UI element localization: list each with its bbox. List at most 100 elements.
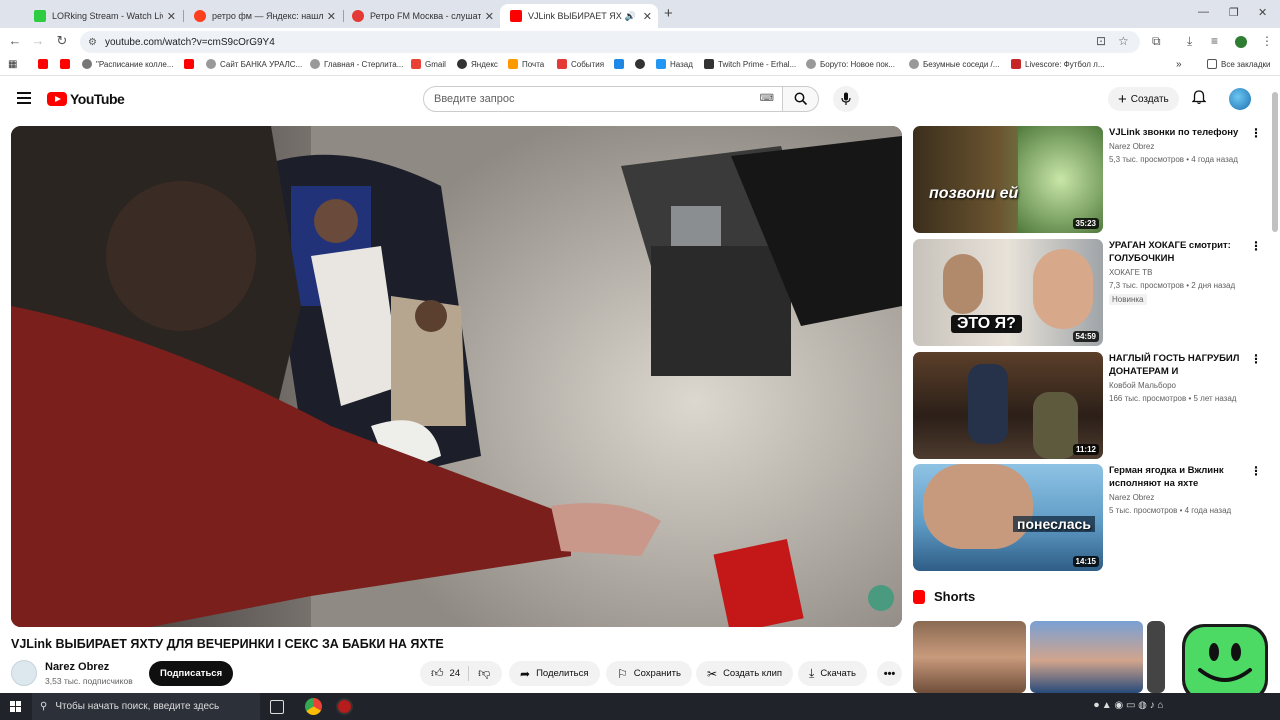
video-thumbnail[interactable]: понеслась 14:15: [913, 464, 1103, 571]
bookmark-item[interactable]: Безумные соседи /...: [909, 59, 999, 69]
browser-menu-icon[interactable]: ⋮: [1261, 34, 1273, 48]
restore-icon[interactable]: ❐: [1229, 6, 1239, 19]
new-tab-button[interactable]: +: [664, 5, 673, 22]
bookmark-item[interactable]: Livescore: Футбол л...: [1011, 59, 1105, 69]
recommendation-item[interactable]: позвони ей 35:23 VJLink звонки по телефо…: [913, 126, 1263, 233]
bookmark-item[interactable]: Почта: [508, 59, 544, 69]
system-tray-icons[interactable]: ⏺ ▲ ◉ ▭ ◍ ♪ ⌂: [1094, 700, 1164, 711]
search-button[interactable]: [783, 86, 819, 112]
bookmark-item[interactable]: Twitch Prime - Erhal...: [704, 59, 796, 69]
extensions-icon[interactable]: ⧉: [1152, 34, 1161, 49]
subscribe-button[interactable]: Подписаться: [149, 661, 234, 686]
bookmark-star-icon[interactable]: ☆: [1118, 34, 1129, 48]
recommendation-title[interactable]: УРАГАН ХОКАГЕ смотрит: ГОЛУБОЧКИН УНИЧТО…: [1109, 239, 1245, 266]
save-button[interactable]: ⚐ Сохранить: [606, 661, 692, 686]
close-tab-icon[interactable]: ✕: [327, 10, 336, 23]
recommendation-channel[interactable]: Narez Obrez: [1109, 142, 1154, 151]
bookmark-item[interactable]: [184, 59, 198, 69]
globe-icon: [82, 59, 92, 69]
more-vertical-icon[interactable]: ⋮: [1250, 464, 1262, 478]
site-info-icon[interactable]: ⚙: [88, 37, 97, 48]
browser-tab[interactable]: Ретро FM Москва - слушать о ✕: [342, 4, 500, 28]
apps-grid-icon[interactable]: ▦: [8, 59, 17, 70]
all-bookmarks-button[interactable]: Все закладки: [1207, 59, 1270, 69]
windows-start-icon[interactable]: [10, 701, 21, 712]
recommendation-item[interactable]: ЭТО Я? 54:59 УРАГАН ХОКАГЕ смотрит: ГОЛУ…: [913, 239, 1263, 346]
recommendation-channel[interactable]: Narez Obrez: [1109, 493, 1154, 502]
bookmark-item[interactable]: [635, 59, 649, 69]
install-app-icon[interactable]: ⊡: [1096, 34, 1106, 48]
bookmark-item[interactable]: События: [557, 59, 604, 69]
more-actions-button[interactable]: •••: [877, 661, 902, 686]
recommendation-channel[interactable]: Ковбой Мальборо: [1109, 381, 1176, 390]
channel-name[interactable]: Narez Obrez: [45, 661, 109, 673]
taskbar-search-input[interactable]: ⚲ Чтобы начать поиск, введите здесь: [32, 693, 260, 720]
bookmark-item[interactable]: [614, 59, 628, 69]
recommendation-item[interactable]: 11:12 НАГЛЫЙ ГОСТЬ НАГРУБИЛ ДОНАТЕРАМ И …: [913, 352, 1263, 459]
minimize-icon[interactable]: —: [1198, 6, 1209, 18]
browser-tab[interactable]: LORking Stream - Watch Live o ✕: [24, 4, 182, 28]
youtube-logo[interactable]: YouTube: [47, 91, 125, 107]
browser-tab[interactable]: ретро фм — Яндекс: нашлось ✕: [184, 4, 342, 28]
bookmark-item[interactable]: Боруто: Новое пок...: [806, 59, 895, 69]
voice-search-button[interactable]: [833, 86, 859, 112]
short-thumbnail[interactable]: [913, 621, 1026, 693]
reload-button[interactable]: ↻: [53, 33, 71, 49]
more-vertical-icon[interactable]: ⋮: [1250, 239, 1262, 253]
recommendation-title[interactable]: VJLink звонки по телефону: [1109, 126, 1245, 139]
plus-icon: +: [1118, 90, 1127, 108]
video-thumbnail[interactable]: позвони ей 35:23: [913, 126, 1103, 233]
media-control-icon[interactable]: ≡: [1211, 34, 1218, 48]
video-thumbnail[interactable]: 11:12: [913, 352, 1103, 459]
recommendation-item[interactable]: понеслась 14:15 Герман ягодка и Вжлинк и…: [913, 464, 1263, 571]
download-button[interactable]: ⤓ Скачать: [798, 661, 867, 686]
bookmark-item[interactable]: Сайт БАНКА УРАЛС...: [206, 59, 302, 69]
bookmark-item[interactable]: [38, 59, 52, 69]
create-button[interactable]: + Создать: [1108, 87, 1179, 111]
share-button[interactable]: ➦ Поделиться: [509, 661, 600, 686]
user-avatar[interactable]: [1229, 88, 1251, 110]
keyboard-icon[interactable]: ⌨: [760, 93, 774, 104]
video-thumbnail[interactable]: ЭТО Я? 54:59: [913, 239, 1103, 346]
video-player[interactable]: [11, 126, 902, 627]
bookmark-item[interactable]: Назад: [656, 59, 693, 69]
address-field[interactable]: ⚙ youtube.com/watch?v=cmS9cOrG9Y4: [80, 31, 1140, 53]
page-scrollbar[interactable]: [1272, 92, 1278, 232]
bookmark-item[interactable]: Gmail: [411, 59, 446, 69]
profile-avatar[interactable]: [1235, 36, 1247, 48]
notifications-bell-icon[interactable]: [1191, 90, 1207, 108]
search-input[interactable]: Введите запрос ⌨: [423, 86, 783, 112]
browser-tab-active[interactable]: VJLink ВЫБИРАЕТ ЯХТУ ДЛ 🔊 ✕: [500, 4, 658, 28]
bookmark-item[interactable]: Яндекс: [457, 59, 498, 69]
short-thumbnail[interactable]: [1147, 621, 1165, 693]
downloads-icon[interactable]: ⤓: [1187, 34, 1192, 49]
page-icon: [806, 59, 816, 69]
bookmark-item[interactable]: Главная - Стерлита...: [310, 59, 403, 69]
back-button[interactable]: ←: [6, 33, 24, 48]
folder-icon: [1207, 59, 1217, 69]
more-vertical-icon[interactable]: ⋮: [1250, 352, 1262, 366]
close-tab-icon[interactable]: ✕: [167, 10, 176, 23]
close-window-icon[interactable]: ✕: [1258, 6, 1267, 19]
dislike-button[interactable]: 👎︎: [469, 666, 490, 681]
task-view-icon[interactable]: [270, 700, 284, 714]
recommendation-meta: 166 тыс. просмотров • 5 лет назад: [1109, 394, 1237, 403]
more-vertical-icon[interactable]: ⋮: [1250, 126, 1262, 140]
recommendation-channel[interactable]: ХОКАГЕ ТВ: [1109, 268, 1152, 277]
short-thumbnail[interactable]: [1030, 621, 1143, 693]
more-bookmarks-icon[interactable]: »: [1176, 59, 1182, 70]
channel-avatar[interactable]: [11, 660, 37, 686]
close-tab-icon[interactable]: ✕: [485, 10, 494, 23]
bookmark-item[interactable]: "Расписание колле...: [82, 59, 173, 69]
recommendation-title[interactable]: Герман ягодка и Вжлинк исполняют на яхте: [1109, 464, 1245, 490]
bookmark-item[interactable]: [60, 59, 74, 69]
speaker-icon[interactable]: 🔊: [625, 11, 636, 22]
clip-button[interactable]: ✂ Создать клип: [696, 661, 794, 686]
recommendation-title[interactable]: НАГЛЫЙ ГОСТЬ НАГРУБИЛ ДОНАТЕРАМ И ПОПЛАТ…: [1109, 352, 1245, 379]
like-button[interactable]: 👍︎ 24: [420, 666, 470, 681]
app-icon[interactable]: [336, 698, 353, 715]
close-tab-icon[interactable]: ✕: [643, 10, 652, 23]
chrome-icon[interactable]: [305, 698, 322, 715]
forward-button[interactable]: →: [29, 33, 47, 48]
menu-icon[interactable]: [17, 92, 31, 104]
